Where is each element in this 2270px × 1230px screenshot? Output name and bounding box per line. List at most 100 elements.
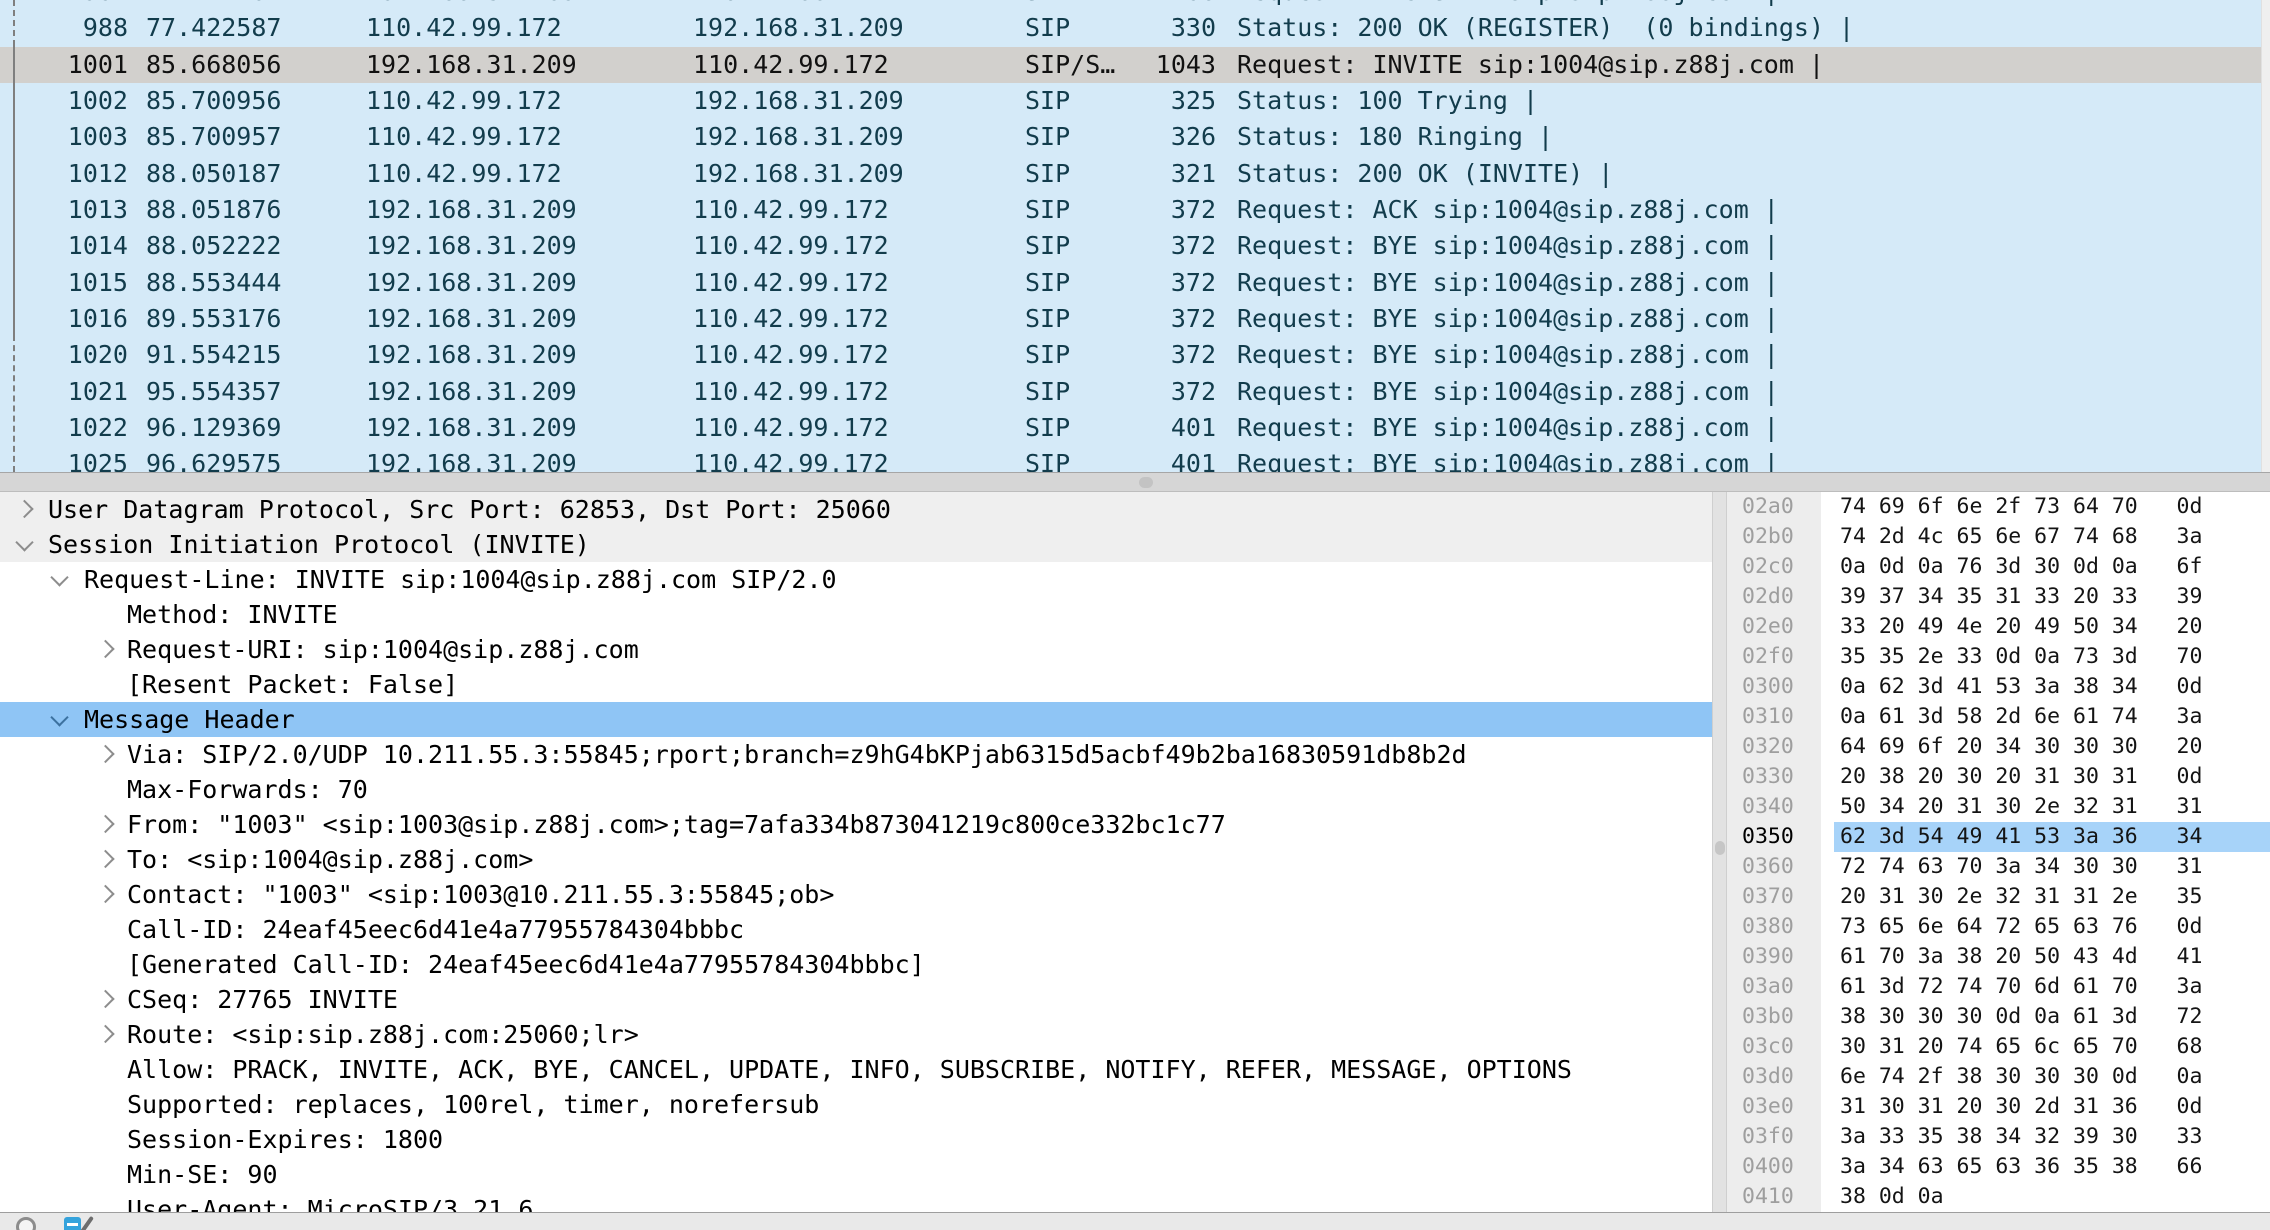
hex-bytes[interactable]: 38 0d 0a [1834,1182,2270,1212]
scrollbar-thumb[interactable] [1715,841,1725,855]
detail-row[interactable]: Session Initiation Protocol (INVITE) [0,527,1712,562]
hex-row[interactable]: 032064 69 6f 20 34 30 30 30 20 [1727,732,2270,762]
chevron-right-icon[interactable] [15,499,33,517]
hex-bytes[interactable]: 35 35 2e 33 0d 0a 73 3d 70 [1834,642,2270,672]
hex-bytes[interactable]: 20 38 20 30 20 31 30 31 0d [1834,762,2270,792]
packet-row[interactable]: 101288.050187110.42.99.172192.168.31.209… [0,156,2270,192]
hex-bytes[interactable]: 3a 34 63 65 63 36 35 38 66 [1834,1152,2270,1182]
hex-bytes[interactable]: 0a 62 3d 41 53 3a 38 34 0d [1834,672,2270,702]
packet-row[interactable]: 102195.554357192.168.31.209110.42.99.172… [0,374,2270,410]
packet-row[interactable]: 102091.554215192.168.31.209110.42.99.172… [0,337,2270,373]
hex-row[interactable]: 03000a 62 3d 41 53 3a 38 34 0d [1727,672,2270,702]
hex-row[interactable]: 02f035 35 2e 33 0d 0a 73 3d 70 [1727,642,2270,672]
detail-row[interactable]: Min-SE: 90 [0,1157,1712,1192]
chevron-right-icon[interactable] [96,849,114,867]
chevron-right-icon[interactable] [96,639,114,657]
hex-bytes[interactable]: 72 74 63 70 3a 34 30 30 31 [1834,852,2270,882]
hex-bytes[interactable]: 74 69 6f 6e 2f 73 64 70 0d [1834,492,2270,522]
hex-row[interactable]: 034050 34 20 31 30 2e 32 31 31 [1727,792,2270,822]
hex-bytes[interactable]: 38 30 30 30 0d 0a 61 3d 72 [1834,1002,2270,1032]
hex-row[interactable]: 03d06e 74 2f 38 30 30 30 0d 0a [1727,1062,2270,1092]
hex-bytes[interactable]: 0a 0d 0a 76 3d 30 0d 0a 6f [1834,552,2270,582]
hex-row[interactable]: 037020 31 30 2e 32 31 31 2e 35 [1727,882,2270,912]
hex-bytes[interactable]: 50 34 20 31 30 2e 32 31 31 [1834,792,2270,822]
detail-row[interactable]: Request-URI: sip:1004@sip.z88j.com [0,632,1712,667]
hex-row[interactable]: 036072 74 63 70 3a 34 30 30 31 [1727,852,2270,882]
detail-row[interactable]: Contact: "1003" <sip:1003@10.211.55.3:55… [0,877,1712,912]
hex-bytes[interactable]: 31 30 31 20 30 2d 31 36 0d [1834,1092,2270,1122]
chevron-down-icon[interactable] [50,568,68,586]
hex-bytes[interactable]: 0a 61 3d 58 2d 6e 61 74 3a [1834,702,2270,732]
hex-bytes[interactable]: 64 69 6f 20 34 30 30 30 20 [1834,732,2270,762]
packet-row[interactable]: 100185.668056192.168.31.209110.42.99.172… [0,47,2270,83]
packet-list-vertical-scrollbar[interactable] [2261,0,2270,472]
hex-row[interactable]: 03a061 3d 72 74 70 6d 61 70 3a [1727,972,2270,1002]
detail-row[interactable]: To: <sip:1004@sip.z88j.com> [0,842,1712,877]
hex-row[interactable]: 04003a 34 63 65 63 36 35 38 66 [1727,1152,2270,1182]
hex-row[interactable]: 038073 65 6e 64 72 65 63 76 0d [1727,912,2270,942]
hex-row[interactable]: 02b074 2d 4c 65 6e 67 74 68 3a [1727,522,2270,552]
detail-row[interactable]: User Datagram Protocol, Src Port: 62853,… [0,492,1712,527]
hex-row[interactable]: 039061 70 3a 38 20 50 43 4d 41 [1727,942,2270,972]
hex-row[interactable]: 035062 3d 54 49 41 53 3a 36 34 [1727,822,2270,852]
hex-row[interactable]: 02e033 20 49 4e 20 49 50 34 20 [1727,612,2270,642]
detail-row[interactable]: User-Agent: MicroSIP/3.21.6 [0,1192,1712,1212]
detail-row[interactable]: From: "1003" <sip:1003@sip.z88j.com>;tag… [0,807,1712,842]
hex-bytes[interactable]: 30 31 20 74 65 6c 65 70 68 [1834,1032,2270,1062]
hex-bytes[interactable]: 61 3d 72 74 70 6d 61 70 3a [1834,972,2270,1002]
detail-row[interactable]: Message Header [0,702,1712,737]
hex-row[interactable]: 02a074 69 6f 6e 2f 73 64 70 0d [1727,492,2270,522]
capture-comment-icon[interactable] [64,1217,81,1230]
hex-bytes[interactable]: 33 20 49 4e 20 49 50 34 20 [1834,612,2270,642]
detail-row[interactable]: Route: <sip:sip.z88j.com:25060;lr> [0,1017,1712,1052]
detail-row[interactable]: Session-Expires: 1800 [0,1122,1712,1157]
hex-bytes[interactable]: 73 65 6e 64 72 65 63 76 0d [1834,912,2270,942]
chevron-down-icon[interactable] [15,533,33,551]
hex-bytes[interactable]: 3a 33 35 38 34 32 39 30 33 [1834,1122,2270,1152]
detail-row[interactable]: Allow: PRACK, INVITE, ACK, BYE, CANCEL, … [0,1052,1712,1087]
packet-row[interactable]: 100285.700956110.42.99.172192.168.31.209… [0,83,2270,119]
hex-bytes[interactable]: 74 2d 4c 65 6e 67 74 68 3a [1834,522,2270,552]
detail-row[interactable]: [Generated Call-ID: 24eaf45eec6d41e4a779… [0,947,1712,982]
packet-list-horizontal-scrollbar[interactable] [0,472,2270,492]
detail-row[interactable]: Call-ID: 24eaf45eec6d41e4a77955784304bbb… [0,912,1712,947]
scrollbar-thumb[interactable] [1139,477,1153,488]
packet-row[interactable]: 100385.700957110.42.99.172192.168.31.209… [0,119,2270,155]
chevron-right-icon[interactable] [96,989,114,1007]
detail-row[interactable]: CSeq: 27765 INVITE [0,982,1712,1017]
hex-row[interactable]: 02d039 37 34 35 31 33 20 33 39 [1727,582,2270,612]
hex-row[interactable]: 03b038 30 30 30 0d 0a 61 3d 72 [1727,1002,2270,1032]
hex-bytes[interactable]: 6e 74 2f 38 30 30 30 0d 0a [1834,1062,2270,1092]
packet-row[interactable]: 101388.051876192.168.31.209110.42.99.172… [0,192,2270,228]
packet-row[interactable]: 101588.553444192.168.31.209110.42.99.172… [0,265,2270,301]
hex-row[interactable]: 033020 38 20 30 20 31 30 31 0d [1727,762,2270,792]
packet-row[interactable]: 102296.129369192.168.31.209110.42.99.172… [0,410,2270,446]
hex-row[interactable]: 041038 0d 0a [1727,1182,2270,1212]
chevron-right-icon[interactable] [96,744,114,762]
details-vertical-scrollbar[interactable] [1712,492,1727,1212]
packet-row[interactable]: 102596.629575192.168.31.209110.42.99.172… [0,446,2270,472]
chevron-right-icon[interactable] [96,814,114,832]
packet-row[interactable]: 101689.553176192.168.31.209110.42.99.172… [0,301,2270,337]
chevron-right-icon[interactable] [96,1024,114,1042]
hex-bytes[interactable]: 61 70 3a 38 20 50 43 4d 41 [1834,942,2270,972]
detail-row[interactable]: Supported: replaces, 100rel, timer, nore… [0,1087,1712,1122]
hex-bytes[interactable]: 20 31 30 2e 32 31 31 2e 35 [1834,882,2270,912]
chevron-down-icon[interactable] [50,708,68,726]
hex-row[interactable]: 02c00a 0d 0a 76 3d 30 0d 0a 6f [1727,552,2270,582]
detail-row[interactable]: Request-Line: INVITE sip:1004@sip.z88j.c… [0,562,1712,597]
detail-row[interactable]: [Resent Packet: False] [0,667,1712,702]
hex-bytes[interactable]: 39 37 34 35 31 33 20 33 39 [1834,582,2270,612]
packet-row[interactable]: 98877.422587110.42.99.172192.168.31.209S… [0,10,2270,46]
expert-info-icon[interactable] [16,1217,36,1230]
hex-row[interactable]: 03e031 30 31 20 30 2d 31 36 0d [1727,1092,2270,1122]
hex-bytes[interactable]: 62 3d 54 49 41 53 3a 36 34 [1834,822,2270,852]
detail-row[interactable]: Method: INVITE [0,597,1712,632]
chevron-right-icon[interactable] [96,884,114,902]
hex-row[interactable]: 03c030 31 20 74 65 6c 65 70 68 [1727,1032,2270,1062]
hex-row[interactable]: 03100a 61 3d 58 2d 6e 61 74 3a [1727,702,2270,732]
detail-row[interactable]: Via: SIP/2.0/UDP 10.211.55.3:55845;rport… [0,737,1712,772]
detail-row[interactable]: Max-Forwards: 70 [0,772,1712,807]
packet-row[interactable]: 98777.421102192.168.31.209110.42.99.172S… [0,0,2270,10]
hex-row[interactable]: 03f03a 33 35 38 34 32 39 30 33 [1727,1122,2270,1152]
